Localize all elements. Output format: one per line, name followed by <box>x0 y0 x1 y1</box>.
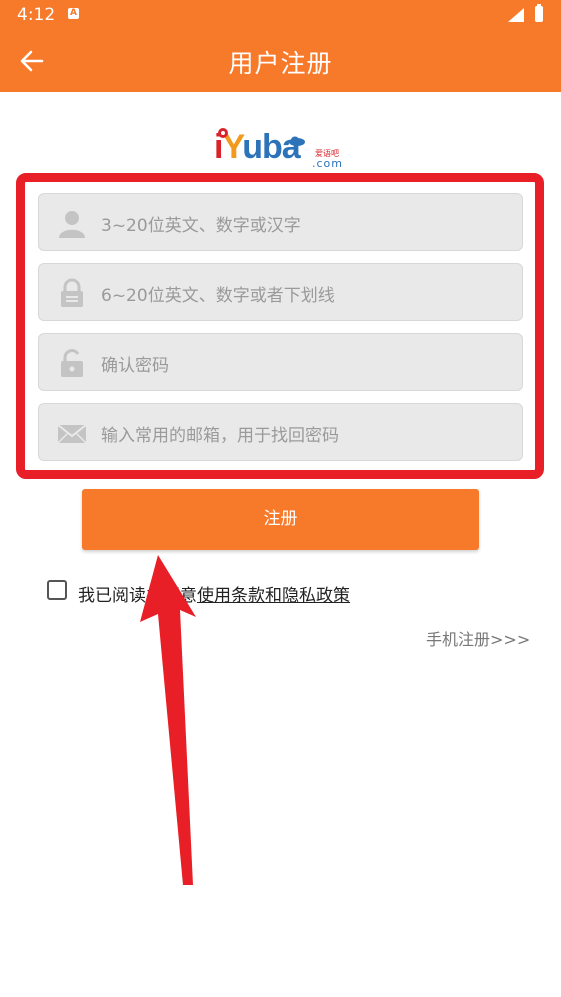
agreement-text: 我已阅读并同意 <box>78 586 197 606</box>
unlock-icon <box>61 349 83 377</box>
a-icon: A <box>68 8 79 19</box>
iyuba-logo: iYuba 爱语吧 .com <box>214 128 343 170</box>
password-field[interactable]: 6~20位英文、数字或者下划线 <box>38 263 523 321</box>
email-placeholder: 输入常用的邮箱，用于找回密码 <box>101 426 339 446</box>
phone-register-link[interactable]: 手机注册>>> <box>426 626 530 650</box>
mail-icon <box>57 424 87 444</box>
confirm-password-placeholder: 确认密码 <box>101 356 169 376</box>
page-title: 用户注册 <box>228 49 333 78</box>
user-icon <box>59 211 85 238</box>
terms-privacy-link[interactable]: 使用条款和隐私政策 <box>197 586 350 606</box>
username-field[interactable]: 3~20位英文、数字或汉字 <box>38 193 523 251</box>
signal-icon <box>508 8 524 22</box>
register-button[interactable]: 注册 <box>82 489 479 550</box>
username-placeholder: 3~20位英文、数字或汉字 <box>101 216 301 236</box>
lock-icon <box>61 278 83 307</box>
password-placeholder: 6~20位英文、数字或者下划线 <box>101 286 335 306</box>
confirm-password-field[interactable]: 确认密码 <box>38 333 523 391</box>
email-field[interactable]: 输入常用的邮箱，用于找回密码 <box>38 403 523 461</box>
agreement-checkbox[interactable] <box>47 580 67 600</box>
battery-icon <box>535 4 543 22</box>
status-bar: 4:12 A <box>0 0 561 30</box>
app-bar: 用户注册 <box>0 30 561 92</box>
status-time: 4:12 <box>17 5 56 25</box>
